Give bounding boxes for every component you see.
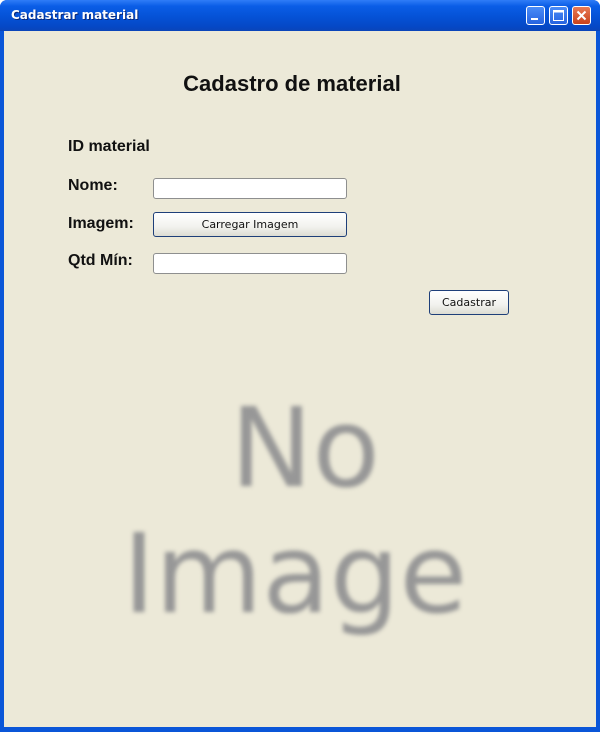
- title-bar[interactable]: Cadastrar material: [0, 0, 600, 31]
- window-title: Cadastrar material: [11, 8, 139, 22]
- window-client-area: Cadastro de material ID material Nome: I…: [4, 31, 596, 727]
- close-icon: [576, 10, 587, 21]
- minimize-button[interactable]: [526, 6, 545, 25]
- submit-button[interactable]: Cadastrar: [429, 290, 509, 315]
- qty-min-field[interactable]: [153, 253, 347, 274]
- maximize-button[interactable]: [549, 6, 568, 25]
- minimize-icon: [531, 18, 538, 20]
- name-label: Nome:: [68, 177, 118, 194]
- qty-min-label: Qtd Mín:: [68, 252, 133, 269]
- maximize-icon: [553, 10, 564, 21]
- page-title: Cadastro de material: [183, 71, 401, 96]
- name-field[interactable]: [153, 178, 347, 199]
- app-window: Cadastrar material Cadastro de material …: [0, 0, 600, 732]
- id-material-label: ID material: [68, 138, 150, 155]
- no-image-text-line1: No: [230, 389, 380, 512]
- image-preview-placeholder: No Image: [106, 389, 484, 649]
- image-label: Imagem:: [68, 215, 134, 232]
- close-button[interactable]: [572, 6, 591, 25]
- no-image-text-line2: Image: [122, 510, 468, 638]
- window-bottom-border: [0, 727, 600, 732]
- load-image-button[interactable]: Carregar Imagem: [153, 212, 347, 237]
